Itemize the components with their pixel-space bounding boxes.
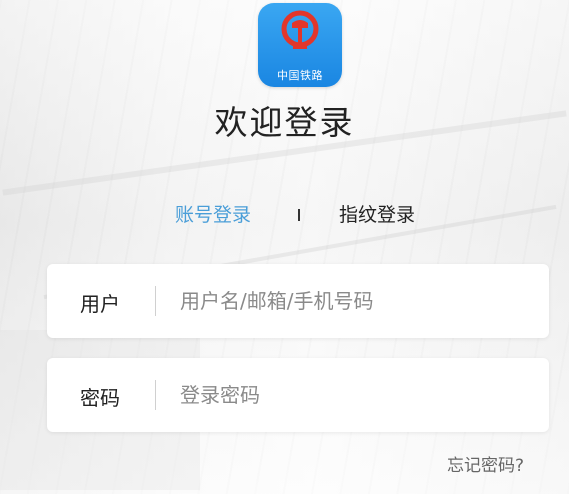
field-separator xyxy=(155,380,156,410)
page-title: 欢迎登录 xyxy=(214,103,355,142)
tab-account-login[interactable]: 账号登录 xyxy=(175,200,251,227)
username-field: 用户 xyxy=(47,264,549,338)
forgot-password-link[interactable]: 忘记密码? xyxy=(447,451,524,476)
tab-fingerprint-login[interactable]: 指纹登录 xyxy=(339,200,415,227)
app-icon: 中国铁路 xyxy=(258,3,342,87)
username-input[interactable] xyxy=(180,286,530,316)
field-separator xyxy=(155,286,156,316)
password-label: 密码 xyxy=(80,386,120,410)
password-input[interactable] xyxy=(180,380,530,410)
app-icon-label: 中国铁路 xyxy=(277,69,323,82)
username-label: 用户 xyxy=(80,292,120,316)
password-field: 密码 xyxy=(47,358,549,432)
login-method-tabs: 账号登录 指纹登录 xyxy=(0,200,569,230)
tab-divider xyxy=(298,209,300,221)
china-railway-logo-icon xyxy=(281,10,319,49)
